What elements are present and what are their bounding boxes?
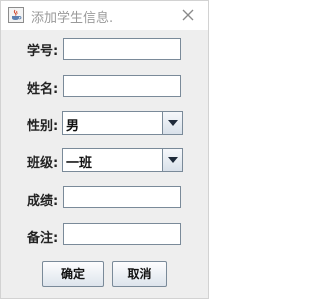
score-input[interactable] [63, 186, 181, 208]
cancel-button[interactable]: 取消 [112, 261, 167, 287]
class-select[interactable]: 一班 [62, 148, 183, 172]
class-dropdown-button[interactable] [162, 149, 182, 171]
gender-label: 性别: [27, 119, 59, 134]
dialog-window: 添加学生信息. 学号: 姓名: 性别: 男 班级: 一班 成绩: 备注: 确定 … [0, 0, 209, 299]
class-selected-value: 一班 [66, 156, 93, 171]
student-id-label: 学号: [27, 44, 59, 59]
confirm-button[interactable]: 确定 [42, 261, 104, 287]
java-cup-icon [8, 7, 24, 23]
title-bar[interactable]: 添加学生信息. [1, 1, 208, 30]
form-panel: 学号: 姓名: 性别: 男 班级: 一班 成绩: 备注: 确定 取消 [1, 30, 208, 298]
name-label: 姓名: [27, 82, 59, 97]
remark-input[interactable] [63, 223, 181, 245]
gender-select[interactable]: 男 [62, 111, 183, 135]
name-input[interactable] [63, 75, 181, 97]
class-label: 班级: [27, 156, 59, 171]
window-title: 添加学生信息. [31, 11, 114, 26]
remark-label: 备注: [27, 231, 59, 246]
student-id-input[interactable] [63, 38, 181, 60]
gender-dropdown-button[interactable] [162, 112, 182, 134]
triangle-down-icon [167, 120, 178, 126]
triangle-down-icon [167, 157, 178, 163]
gender-selected-value: 男 [66, 119, 80, 134]
score-label: 成绩: [27, 194, 59, 209]
close-icon[interactable] [180, 7, 196, 23]
